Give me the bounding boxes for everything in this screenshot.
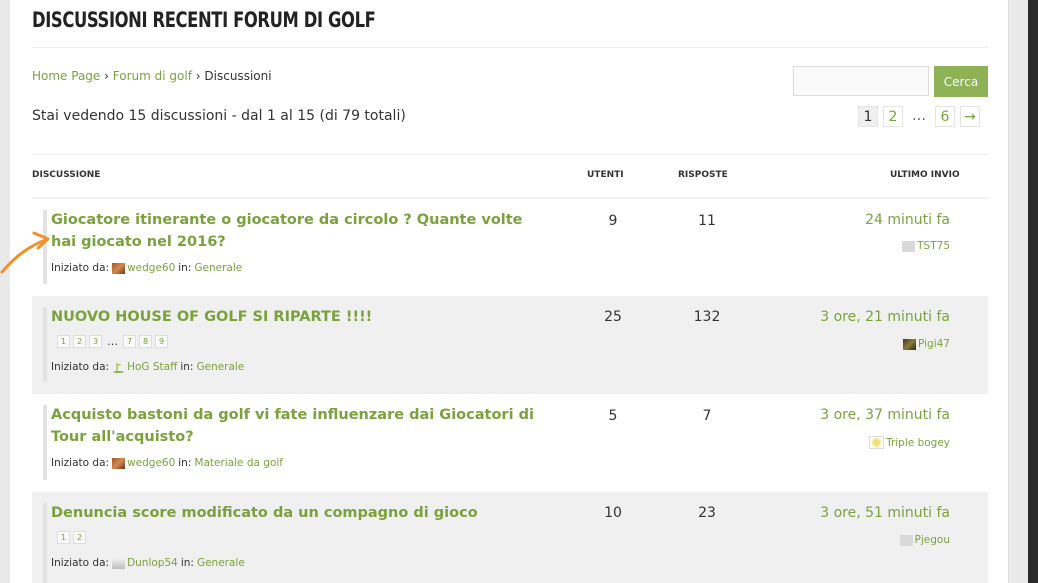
pagination-ellipsis: … [912, 108, 926, 124]
last-poster: Pjegou [897, 534, 950, 546]
topic-started-by: Iniziato da: HoG Staff in: Generale [51, 361, 244, 373]
in-label: in: [178, 457, 192, 469]
topic-replies-count: 11 [698, 213, 716, 229]
column-header-topic: DISCUSSIONE [32, 170, 101, 180]
forum-link[interactable]: Materiale da golf [194, 457, 283, 469]
last-poster-avatar [899, 534, 913, 546]
page-1-current: 1 [858, 106, 878, 127]
topic-row: NUOVO HOUSE OF GOLF SI RIPARTE !!!! 1 2 … [32, 296, 988, 394]
last-poster-avatar [903, 338, 917, 350]
last-poster-link[interactable]: Pjegou [915, 534, 950, 546]
page-container: DISCUSSIONI RECENTI FORUM DI GOLF Home P… [10, 0, 1009, 583]
topic-page-link[interactable]: 2 [73, 531, 86, 544]
last-poster: Triple bogey [866, 436, 950, 449]
forum-link[interactable]: Generale [196, 361, 244, 373]
last-poster-link[interactable]: Pigi47 [918, 338, 950, 350]
annotation-arrow-icon [0, 231, 50, 274]
golf-flag-icon [112, 362, 125, 373]
breadcrumb-home-link[interactable]: Home Page [32, 69, 100, 83]
topic-pagination: 1 2 [57, 531, 89, 544]
topic-row: Giocatore itinerante o giocatore da circ… [32, 199, 988, 296]
last-poster-link[interactable]: Triple bogey [886, 437, 950, 449]
topic-pagination: 1 2 3 … 7 8 9 [57, 335, 171, 348]
topics-count-text: Stai vedendo 15 discussioni - dal 1 al 1… [32, 108, 406, 124]
page-last-link[interactable]: 6 [935, 106, 955, 127]
breadcrumb-separator: › [195, 69, 201, 83]
topic-replies-count: 7 [702, 408, 712, 424]
topic-users-count: 10 [604, 505, 622, 521]
started-by-label: Iniziato da: [51, 361, 110, 373]
last-poster-avatar [902, 240, 916, 252]
topic-page-link[interactable]: 2 [73, 335, 86, 348]
forum-link[interactable]: Generale [197, 557, 245, 569]
search-button[interactable]: Cerca [934, 66, 988, 97]
topic-title-link[interactable]: NUOVO HOUSE OF GOLF SI RIPARTE !!!! [51, 306, 546, 328]
author-link[interactable]: wedge60 [127, 262, 175, 274]
author-avatar [112, 262, 126, 274]
column-header-replies: RISPOSTE [678, 170, 728, 180]
breadcrumb-forum-link[interactable]: Forum di golf [113, 69, 192, 83]
topic-title-link[interactable]: Acquisto bastoni da golf vi fate influen… [51, 404, 546, 448]
topic-page-link[interactable]: 1 [57, 531, 70, 544]
breadcrumb-separator: › [104, 69, 109, 83]
topic-started-by: Iniziato da: Dunlop54 in: Generale [51, 557, 245, 569]
started-by-label: Iniziato da: [51, 262, 110, 274]
topic-freshness-link[interactable]: 24 minuti fa [865, 212, 950, 228]
pagination: 1 2 … 6 → [853, 106, 980, 127]
page-title: DISCUSSIONI RECENTI FORUM DI GOLF [32, 8, 376, 32]
topic-freshness-link[interactable]: 3 ore, 37 minuti fa [820, 407, 950, 423]
topic-started-by: Iniziato da: wedge60 in: Materiale da go… [51, 457, 283, 469]
topic-page-link[interactable]: 7 [123, 335, 136, 348]
topic-users-count: 5 [608, 408, 618, 424]
breadcrumb-current: Discussioni [204, 69, 272, 83]
author-link[interactable]: HoG Staff [127, 361, 177, 373]
next-page-arrow-icon[interactable]: → [960, 106, 980, 127]
topic-freshness-link[interactable]: 3 ore, 51 minuti fa [820, 505, 950, 521]
breadcrumb: Home Page › Forum di golf › Discussioni [32, 69, 272, 83]
topic-left-border [43, 405, 47, 480]
started-by-label: Iniziato da: [51, 557, 110, 569]
topic-users-count: 25 [604, 309, 622, 325]
topic-row: Acquisto bastoni da golf vi fate influen… [32, 394, 988, 492]
topic-row: Denuncia score modificato da un compagno… [32, 492, 988, 583]
topic-title-link[interactable]: Giocatore itinerante o giocatore da circ… [51, 209, 546, 253]
forum-link[interactable]: Generale [194, 262, 242, 274]
author-avatar [112, 457, 126, 469]
topic-page-link[interactable]: 1 [57, 335, 70, 348]
window-edge [1028, 0, 1038, 583]
title-divider [32, 47, 988, 48]
last-poster: Pigi47 [900, 338, 950, 350]
topic-page-link[interactable]: 9 [155, 335, 168, 348]
author-link[interactable]: Dunlop54 [127, 557, 178, 569]
last-poster-avatar [869, 436, 885, 449]
page-2-link[interactable]: 2 [883, 106, 903, 127]
topic-replies-count: 132 [693, 309, 721, 325]
started-by-label: Iniziato da: [51, 457, 110, 469]
topic-page-link[interactable]: 8 [139, 335, 152, 348]
author-link[interactable]: wedge60 [127, 457, 175, 469]
column-header-users: UTENTI [587, 170, 624, 180]
topic-title-link[interactable]: Denuncia score modificato da un compagno… [51, 502, 546, 524]
topic-left-border [43, 307, 47, 382]
topic-started-by: Iniziato da: wedge60 in: Generale [51, 262, 242, 274]
author-avatar [112, 557, 126, 569]
topic-users-count: 9 [608, 213, 618, 229]
topic-page-ellipsis: … [107, 335, 118, 348]
search-input[interactable] [793, 66, 929, 96]
in-label: in: [178, 262, 192, 274]
last-poster: TST75 [899, 240, 950, 252]
header-divider [32, 154, 988, 155]
topic-left-border [43, 503, 47, 583]
last-poster-link[interactable]: TST75 [917, 240, 950, 252]
in-label: in: [180, 361, 194, 373]
in-label: in: [180, 557, 194, 569]
topic-replies-count: 23 [698, 505, 716, 521]
column-header-last-post: ULTIMO INVIO [890, 170, 960, 180]
topic-page-link[interactable]: 3 [89, 335, 102, 348]
topic-freshness-link[interactable]: 3 ore, 21 minuti fa [820, 309, 950, 325]
